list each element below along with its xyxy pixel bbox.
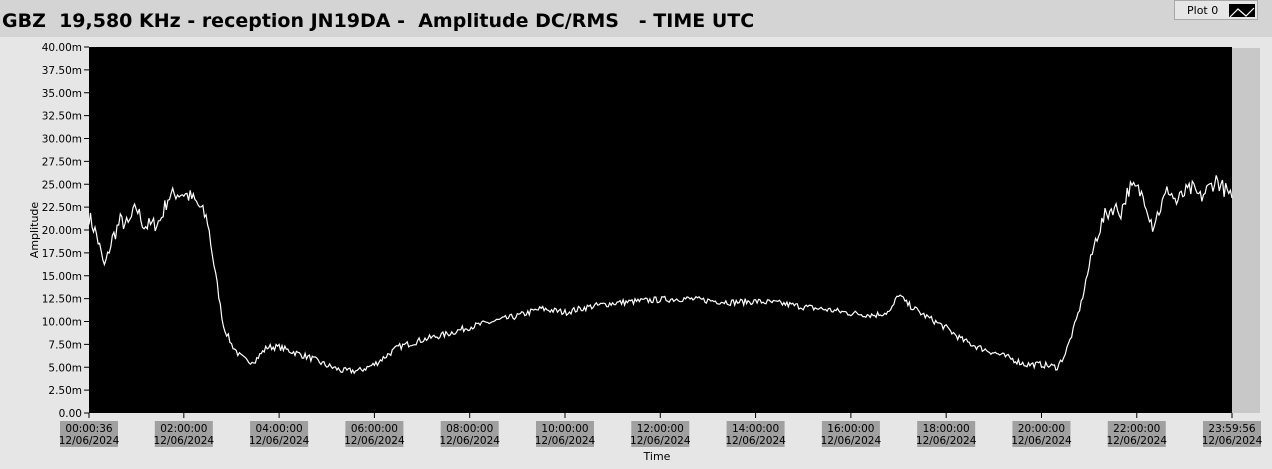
y-tick-label: 12.50m xyxy=(42,294,82,306)
y-axis-title: Amplitude xyxy=(28,202,41,259)
x-tick-time-label: 10:00:00 xyxy=(541,423,588,435)
x-tick-time-label: 08:00:00 xyxy=(446,423,493,435)
y-tick-label: 30.00m xyxy=(42,134,82,146)
y-tick-label: 25.00m xyxy=(42,179,82,191)
x-tick-date-label: 12/06/2024 xyxy=(725,435,786,447)
x-tick-date-label: 12/06/2024 xyxy=(154,435,215,447)
x-tick-date-label: 12/06/2024 xyxy=(630,435,691,447)
y-tick-label: 0.00 xyxy=(59,408,82,420)
y-tick-label: 27.50m xyxy=(42,156,82,168)
x-tick-date-label: 12/06/2024 xyxy=(1106,435,1167,447)
x-tick-time-label: 20:00:00 xyxy=(1018,423,1065,435)
y-axis: 0.00 2.50m 5.00m 7.50m 10.00m 12.50m 15.00m 17.… xyxy=(42,42,89,420)
x-tick-time-label: 22:00:00 xyxy=(1113,423,1160,435)
x-tick-date-label: 12/06/2024 xyxy=(344,435,405,447)
y-tick-label: 17.50m xyxy=(42,248,82,260)
x-tick-date-label: 12/06/2024 xyxy=(439,435,500,447)
y-tick-label: 10.00m xyxy=(42,317,82,329)
x-tick-date-label: 12/06/2024 xyxy=(249,435,310,447)
x-tick-date-label: 12/06/2024 xyxy=(821,435,882,447)
y-tick-label: 37.50m xyxy=(42,65,82,77)
y-tick-label: 15.00m xyxy=(42,271,82,283)
plot-area[interactable] xyxy=(89,47,1232,413)
x-tick-date-label: 12/06/2024 xyxy=(59,435,120,447)
y-tick-label: 32.50m xyxy=(42,111,82,123)
y-tick-label: 22.50m xyxy=(42,202,82,214)
x-tick-time-label: 14:00:00 xyxy=(732,423,779,435)
y-tick-label: 35.00m xyxy=(42,88,82,100)
y-tick-label: 20.00m xyxy=(42,225,82,237)
x-axis: 00:00:3612/06/202402:00:0012/06/202404:0… xyxy=(59,413,1263,447)
y-tick-label: 40.00m xyxy=(42,42,82,54)
x-tick-time-label: 23:59:56 xyxy=(1208,423,1255,435)
x-tick-time-label: 04:00:00 xyxy=(256,423,303,435)
x-tick-time-label: 18:00:00 xyxy=(923,423,970,435)
y-tick-label: 5.00m xyxy=(48,362,82,374)
x-tick-date-label: 12/06/2024 xyxy=(535,435,596,447)
x-axis-title: Time xyxy=(643,450,671,463)
x-tick-time-label: 12:00:00 xyxy=(637,423,684,435)
x-tick-date-label: 12/06/2024 xyxy=(1011,435,1072,447)
x-tick-time-label: 00:00:36 xyxy=(65,423,112,435)
amplitude-chart: 0.00 2.50m 5.00m 7.50m 10.00m 12.50m 15.00m 17.… xyxy=(28,42,1263,463)
x-tick-time-label: 02:00:00 xyxy=(160,423,207,435)
x-tick-date-label: 12/06/2024 xyxy=(1202,435,1263,447)
x-tick-time-label: 06:00:00 xyxy=(351,423,398,435)
y-tick-label: 7.50m xyxy=(48,339,82,351)
x-tick-time-label: 16:00:00 xyxy=(827,423,874,435)
y-tick-label: 2.50m xyxy=(48,385,82,397)
x-tick-date-label: 12/06/2024 xyxy=(916,435,977,447)
